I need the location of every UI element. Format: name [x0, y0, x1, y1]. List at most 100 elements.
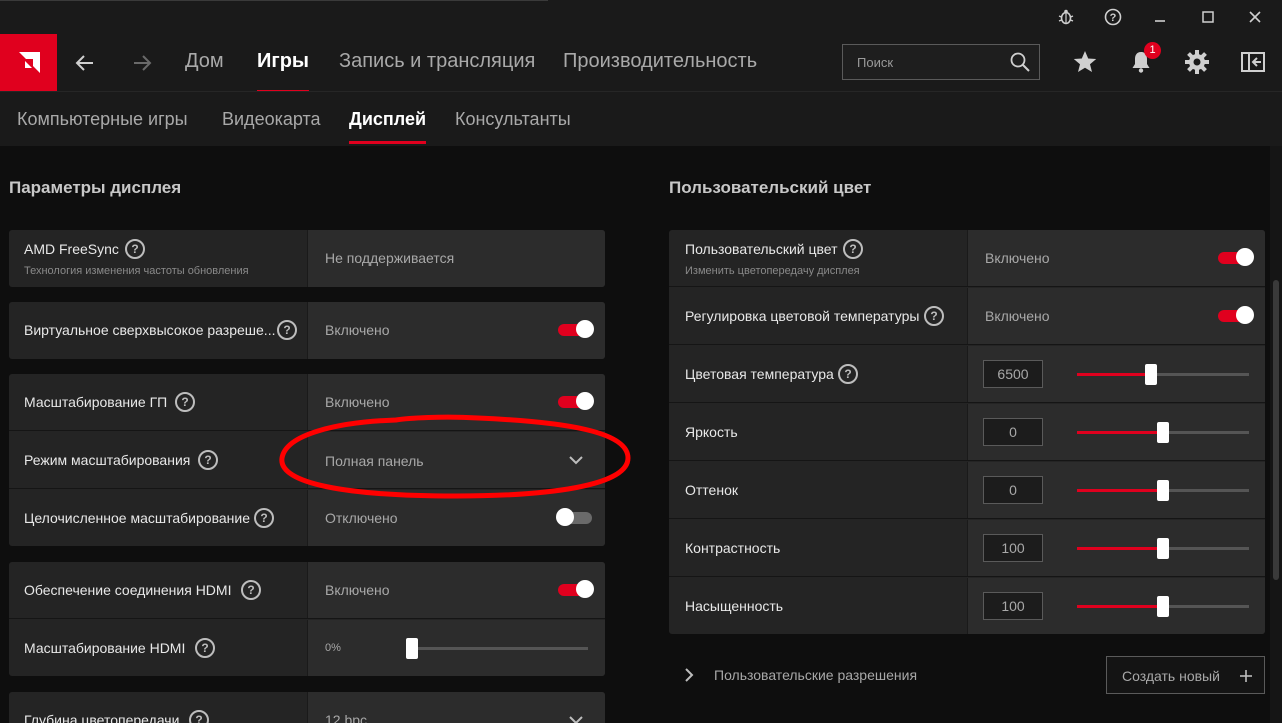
contrast-value-cell: 100	[967, 520, 1265, 576]
temp-control-label: Регулировка цветовой температуры	[685, 308, 920, 324]
help-icon[interactable]: ?	[1102, 6, 1124, 28]
gpu-scaling-help-icon[interactable]: ?	[175, 392, 195, 412]
minimize-icon[interactable]	[1149, 6, 1171, 28]
freesync-help-icon[interactable]: ?	[125, 239, 145, 259]
nav-tab-performance[interactable]: Производительность	[563, 50, 757, 73]
scaling-mode-label: Режим масштабирования	[24, 452, 191, 468]
chevron-down-icon	[569, 716, 583, 723]
hdmi-scaling-slider[interactable]	[406, 638, 588, 659]
freesync-sublabel: Технология изменения частоты обновления	[24, 265, 249, 277]
color-temp-row: Цветовая температура ? 6500	[669, 346, 1265, 403]
custom-color-enable-value: Включено	[985, 250, 1050, 266]
integer-scaling-help-icon[interactable]: ?	[254, 508, 274, 528]
nav-tab-record-stream[interactable]: Запись и трансляция	[339, 50, 535, 73]
temp-control-help-icon[interactable]: ?	[924, 306, 944, 326]
contrast-input[interactable]: 100	[983, 534, 1043, 562]
brightness-value-cell: 0	[967, 404, 1265, 460]
search-box	[842, 44, 1040, 80]
color-depth-row: Глубина цветопередачи ? 12 bpc	[9, 692, 605, 723]
search-icon[interactable]	[1009, 51, 1031, 73]
tab-advisors[interactable]: Консультанты	[455, 109, 571, 130]
hdmi-group: Обеспечение соединения HDMI ? Включено М…	[9, 562, 605, 676]
custom-color-value-cell: Включено	[967, 230, 1265, 286]
color-depth-value: 12 bpc	[325, 712, 368, 723]
tab-pc-games[interactable]: Компьютерные игры	[17, 109, 188, 130]
amd-logo[interactable]	[0, 34, 57, 91]
hdmi-link-help-icon[interactable]: ?	[241, 580, 261, 600]
maximize-icon[interactable]	[1197, 6, 1219, 28]
settings-gear-icon[interactable]	[1183, 48, 1211, 76]
hue-input[interactable]: 0	[983, 476, 1043, 504]
hdmi-scaling-value-cell: 0%	[307, 620, 605, 676]
nav-tab-home[interactable]: Дом	[185, 50, 224, 73]
color-depth-dropdown[interactable]: 12 bpc	[307, 692, 605, 723]
temp-control-row: Регулировка цветовой температуры ? Включ…	[669, 288, 1265, 345]
contrast-label: Контрастность	[685, 540, 781, 556]
saturation-slider[interactable]	[1077, 596, 1249, 617]
brightness-slider[interactable]	[1077, 422, 1249, 443]
hdmi-link-value: Включено	[325, 582, 390, 598]
color-depth-help-icon[interactable]: ?	[189, 710, 209, 723]
temp-control-toggle[interactable]	[1218, 306, 1254, 324]
hdmi-scaling-row: Масштабирование HDMI ? 0%	[9, 620, 605, 676]
freesync-group: AMD FreeSync ? Технология изменения част…	[9, 230, 605, 287]
display-settings-title: Параметры дисплея	[9, 178, 182, 197]
chevron-down-icon	[569, 456, 583, 465]
chevron-right-icon[interactable]	[684, 667, 694, 683]
vsr-value-cell: Включено	[307, 302, 605, 359]
sidebar-toggle-icon[interactable]	[1239, 48, 1267, 76]
gpu-scaling-value: Включено	[325, 394, 390, 410]
gpu-scaling-toggle[interactable]	[558, 392, 594, 410]
main-navigation: Дом Игры Запись и трансляция Производите…	[0, 34, 1282, 93]
svg-text:?: ?	[1110, 12, 1117, 24]
custom-color-toggle[interactable]	[1218, 248, 1254, 266]
nav-tab-games[interactable]: Игры	[257, 50, 310, 93]
integer-scaling-toggle[interactable]	[556, 508, 592, 526]
search-input[interactable]	[843, 45, 1003, 79]
scaling-mode-help-icon[interactable]: ?	[198, 450, 218, 470]
create-new-button[interactable]: Создать новый	[1106, 656, 1265, 694]
caption-divider	[0, 0, 548, 1]
saturation-input[interactable]: 100	[983, 592, 1043, 620]
hue-value-cell: 0	[967, 462, 1265, 518]
bug-report-icon[interactable]	[1055, 6, 1077, 28]
scrollbar-thumb[interactable]	[1273, 280, 1279, 580]
custom-resolutions-label[interactable]: Пользовательские разрешения	[714, 667, 917, 683]
temp-control-value: Включено	[985, 308, 1050, 324]
vsr-value: Включено	[325, 322, 390, 338]
notification-badge: 1	[1144, 42, 1161, 59]
color-temp-help-icon[interactable]: ?	[838, 364, 858, 384]
custom-color-help-icon[interactable]: ?	[843, 239, 863, 259]
close-icon[interactable]	[1244, 6, 1266, 28]
hue-label: Оттенок	[685, 482, 738, 498]
custom-color-enable-sublabel: Изменить цветопередачу дисплея	[685, 265, 860, 277]
favorites-star-icon[interactable]	[1071, 48, 1099, 76]
hue-slider[interactable]	[1077, 480, 1249, 501]
contrast-slider[interactable]	[1077, 538, 1249, 559]
gpu-scaling-group: Масштабирование ГП ? Включено Режим масш…	[9, 374, 605, 546]
vsr-toggle[interactable]	[558, 320, 594, 338]
scaling-mode-dropdown[interactable]: Полная панель	[307, 432, 605, 488]
vsr-help-icon[interactable]: ?	[277, 320, 297, 340]
window-caption-bar: ?	[0, 0, 1282, 34]
vsr-group: Виртуальное сверхвысокое разреше... ? Вк…	[9, 302, 605, 359]
hdmi-scaling-help-icon[interactable]: ?	[195, 638, 215, 658]
color-temp-input[interactable]: 6500	[983, 360, 1043, 388]
color-temp-slider[interactable]	[1077, 364, 1249, 385]
hdmi-link-toggle[interactable]	[558, 580, 594, 598]
temp-control-value-cell: Включено	[967, 288, 1265, 344]
custom-color-group: Пользовательский цвет ? Изменить цветопе…	[669, 230, 1265, 634]
gpu-scaling-label: Масштабирование ГП	[24, 394, 168, 410]
contrast-row: Контрастность 100	[669, 520, 1265, 577]
brightness-input[interactable]: 0	[983, 418, 1043, 446]
saturation-value-cell: 100	[967, 578, 1265, 634]
back-arrow-icon[interactable]	[72, 50, 98, 76]
gpu-scaling-row: Масштабирование ГП ? Включено	[9, 374, 605, 431]
tab-display[interactable]: Дисплей	[349, 109, 427, 144]
vsr-row: Виртуальное сверхвысокое разреше... ? Вк…	[9, 302, 605, 359]
forward-arrow-icon[interactable]	[129, 50, 155, 76]
freesync-row: AMD FreeSync ? Технология изменения част…	[9, 230, 605, 287]
hdmi-scaling-label: Масштабирование HDMI	[24, 640, 186, 656]
gpu-scaling-value-cell: Включено	[307, 374, 605, 430]
tab-graphics-card[interactable]: Видеокарта	[222, 109, 321, 130]
